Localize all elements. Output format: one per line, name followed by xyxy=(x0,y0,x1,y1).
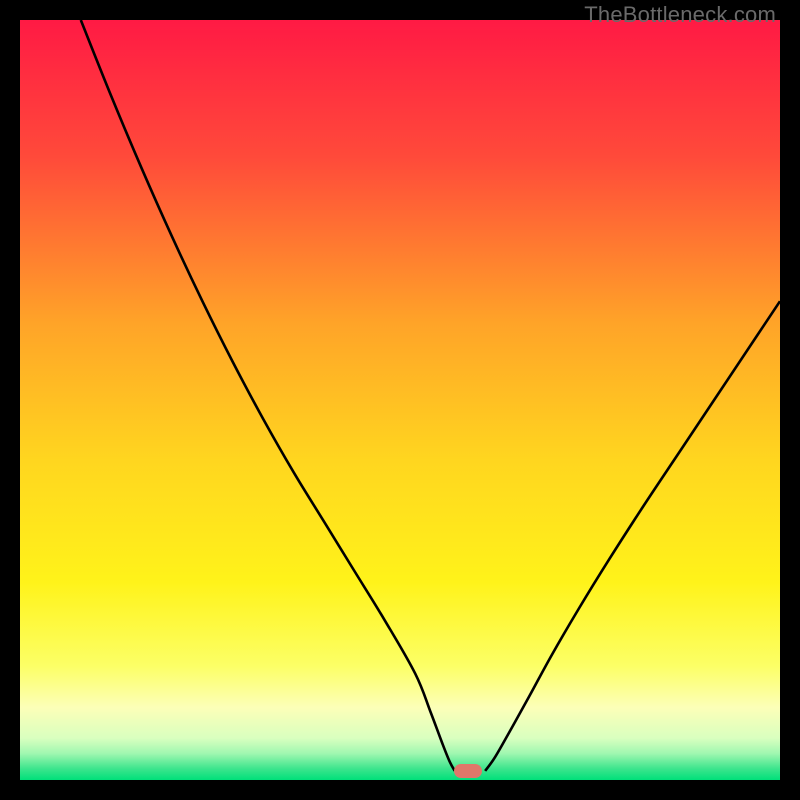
chart-background xyxy=(20,20,780,780)
chart-frame xyxy=(20,20,780,780)
optimal-point-marker xyxy=(454,764,482,778)
bottleneck-chart xyxy=(20,20,780,780)
watermark-text: TheBottleneck.com xyxy=(584,2,776,28)
